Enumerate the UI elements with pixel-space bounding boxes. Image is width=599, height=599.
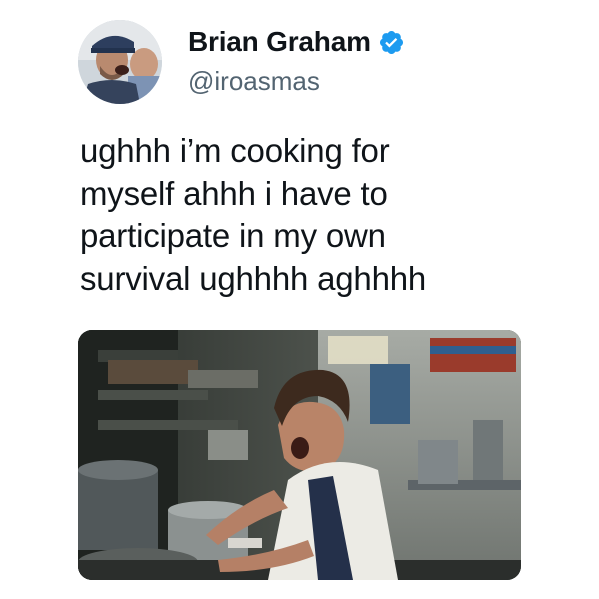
author-display-name[interactable]: Brian Graham xyxy=(188,26,371,58)
tweet-text-line: survival ughhhh aghhhh xyxy=(80,259,427,297)
author-name-row[interactable]: Brian Graham xyxy=(188,26,405,58)
tweet-media-image[interactable] xyxy=(78,330,521,580)
verified-badge-icon xyxy=(378,29,405,56)
tweet-card: Brian Graham @iroasmas ughhh i’m cooking… xyxy=(0,0,599,599)
tweet-text-line: participate in my own xyxy=(80,217,386,254)
tweet-text-line: myself ahhh i have to xyxy=(80,174,388,212)
tweet-text: ughhh i’m cooking for myself ahhh i have… xyxy=(80,130,550,300)
tweet-text-line: ughhh i’m cooking for xyxy=(80,132,390,169)
avatar-photo xyxy=(78,20,162,104)
avatar[interactable] xyxy=(78,20,162,104)
author-handle[interactable]: @iroasmas xyxy=(188,66,320,97)
kitchen-photo xyxy=(78,330,521,580)
